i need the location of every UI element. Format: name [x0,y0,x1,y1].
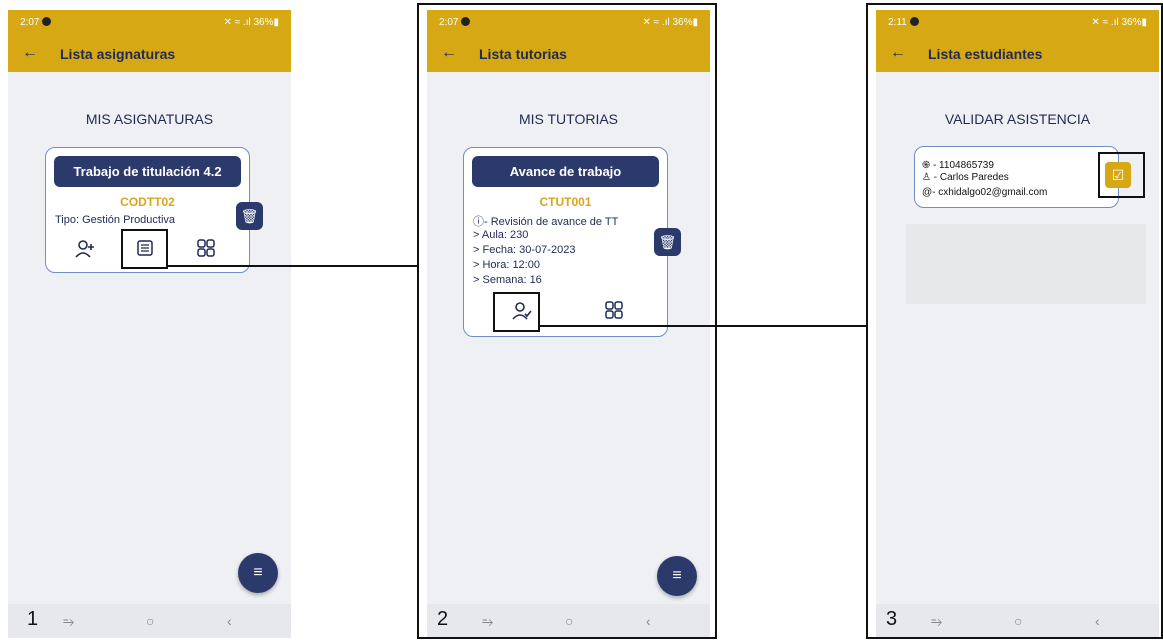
screen-lista-asignaturas: 2:07 ✕ ≈ .ıl 36%▮ ← Lista asignaturas MI… [8,10,291,638]
app-bar: ← Lista asignaturas [8,36,291,72]
page-title: Lista asignaturas [60,46,176,62]
subject-title[interactable]: Trabajo de titulación 4.2 [54,156,241,187]
subject-type: Tipo: Gestión Productiva [55,214,176,226]
add-user-svg [75,240,94,258]
status-icons: ✕ ≈ .ıl 36%▮ [223,17,280,28]
back-nav-icon[interactable]: ‹ [227,613,232,629]
system-nav-bar: ⥱ ○ ‹ [8,604,291,638]
screen-3-frame [866,3,1163,639]
grid-icon[interactable] [194,238,218,262]
subject-code: CODTT02 [120,195,175,209]
status-bar: 2:07 ✕ ≈ .ıl 36%▮ [8,10,291,36]
back-arrow-icon[interactable]: ← [22,44,38,62]
step-number: 1 [27,608,39,630]
checkbox-highlight [1098,152,1145,198]
notification-icon [42,17,52,26]
connector-line-2 [540,325,867,327]
delete-icon[interactable]: 🗑 [236,202,263,230]
add-user-icon[interactable] [73,238,97,262]
recent-apps-icon[interactable]: ⥱ [63,613,74,630]
menu-fab-icon[interactable]: ≡ [238,553,278,593]
attendance-icon-highlight [493,292,540,332]
home-icon[interactable]: ○ [146,613,154,629]
connector-line-1 [168,265,418,267]
section-heading: MIS ASIGNATURAS [85,111,214,127]
grid-svg [197,239,215,257]
screen-2-frame [417,3,717,639]
list-icon-highlight [121,229,168,269]
status-time: 2:07 [20,17,40,28]
